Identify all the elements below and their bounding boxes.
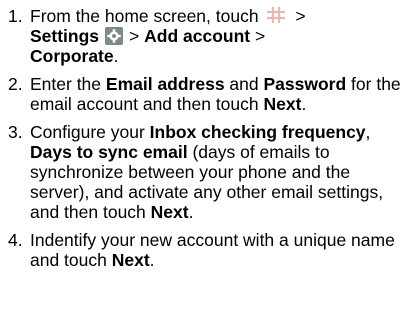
next-label: Next [150, 202, 189, 222]
step-text: > [129, 26, 145, 46]
step-text: . [113, 46, 119, 66]
settings-label: Settings [30, 26, 100, 46]
email-address-label: Email address [105, 74, 225, 94]
step-number: 2. [8, 74, 23, 94]
step-3: 3. Configure your Inbox checking frequen… [0, 122, 402, 222]
inbox-checking-frequency-label: Inbox checking frequency [149, 122, 366, 142]
step-text: and [224, 74, 264, 94]
steps-list: 1. From the home screen, touch > Setting… [0, 6, 402, 270]
step-text: Indentify your new account with a unique… [30, 230, 395, 270]
step-number: 4. [8, 230, 23, 250]
step-number: 1. [8, 6, 23, 26]
step-text: > [250, 26, 266, 46]
step-2: 2. Enter the Email address and Password … [0, 74, 402, 114]
next-label: Next [111, 250, 150, 270]
settings-gear-icon [105, 27, 124, 45]
days-to-sync-email-label: Days to sync email [30, 142, 188, 162]
step-number: 3. [8, 122, 23, 142]
step-text: . [149, 250, 155, 270]
step-text: Enter the [30, 74, 106, 94]
step-text: From the home screen, touch [30, 6, 259, 26]
instruction-document: 1. From the home screen, touch > Setting… [0, 0, 410, 309]
next-label: Next [263, 94, 302, 114]
step-text: , [365, 122, 371, 142]
step-text: > [295, 6, 306, 26]
password-label: Password [263, 74, 347, 94]
add-account-label: Add account [144, 26, 251, 46]
apps-grid-icon [267, 7, 286, 23]
step-1: 1. From the home screen, touch > Setting… [0, 6, 402, 66]
step-text: Configure your [30, 122, 150, 142]
step-text: . [188, 202, 194, 222]
step-text: . [301, 94, 307, 114]
corporate-label: Corporate [30, 46, 114, 66]
step-4: 4. Indentify your new account with a uni… [0, 230, 402, 270]
